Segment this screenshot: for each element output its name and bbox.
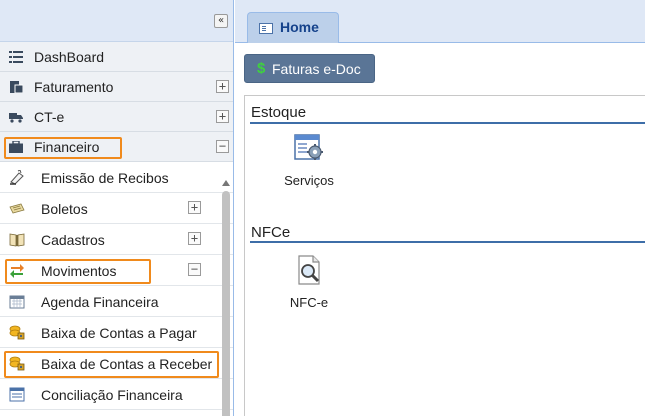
sidebar-item-label: Faturamento xyxy=(34,79,114,95)
list-icon xyxy=(9,51,23,63)
sidebar-item-emissao-recibos[interactable]: Emissão de Recibos xyxy=(0,162,233,193)
sidebar-item-conciliacao-financeira[interactable]: Conciliação Financeira xyxy=(0,379,233,410)
home-tab-icon xyxy=(259,23,273,34)
shortcut-label: Serviços xyxy=(284,173,334,188)
sidebar-menu: « DashBoard Faturamento + CT-e + Finance… xyxy=(0,0,234,416)
sidebar-item-movimentos[interactable]: Movimentos − xyxy=(0,255,233,286)
sidebar-item-label: Baixa de Contas a Receber xyxy=(41,356,213,372)
sidebar-item-label: Boletos xyxy=(41,201,88,217)
collapse-icon[interactable]: − xyxy=(216,140,229,153)
expand-icon[interactable]: + xyxy=(216,80,229,93)
tab-label: Home xyxy=(280,19,319,35)
button-label: Faturas e-Doc xyxy=(272,61,361,77)
sidebar-item-label: Financeiro xyxy=(34,139,100,155)
sidebar-item-dashboard[interactable]: DashBoard xyxy=(0,42,233,72)
expand-icon[interactable]: + xyxy=(188,201,201,214)
transfer-arrows-icon xyxy=(10,264,24,278)
sidebar-item-label: DashBoard xyxy=(34,49,105,65)
sidebar-item-financeiro[interactable]: Financeiro − xyxy=(0,132,233,162)
services-gear-icon xyxy=(294,134,323,160)
dollar-icon: $ xyxy=(257,60,266,77)
section-divider xyxy=(250,122,645,124)
document-icon xyxy=(10,81,23,93)
collapse-icon[interactable]: − xyxy=(188,263,201,276)
section-title-nfce: NFCe xyxy=(251,224,291,241)
tab-home[interactable]: Home xyxy=(247,12,339,43)
scrollbar-thumb[interactable] xyxy=(222,191,230,416)
sidebar-item-label: Conciliação Financeira xyxy=(41,387,183,403)
faturas-edoc-button[interactable]: $ Faturas e-Doc xyxy=(244,54,375,83)
sidebar-item-cadastros[interactable]: Cadastros + xyxy=(0,224,233,255)
receipt-icon xyxy=(10,170,24,185)
sidebar-item-cte[interactable]: CT-e + xyxy=(0,102,233,132)
tab-bar: Home xyxy=(235,0,645,43)
shortcut-nfce[interactable]: NFC-e xyxy=(274,254,344,310)
shortcuts-panel: Estoque Serviços NFCe NFC-e xyxy=(244,95,645,416)
sidebar-item-label: Movimentos xyxy=(41,263,117,279)
shortcut-label: NFC-e xyxy=(289,295,329,310)
coins-lock-icon xyxy=(9,356,25,371)
briefcase-icon xyxy=(9,141,23,153)
window-list-icon xyxy=(9,387,25,402)
book-icon xyxy=(9,233,25,247)
section-divider xyxy=(250,241,645,243)
shortcut-servicos[interactable]: Serviços xyxy=(274,132,344,188)
sidebar-item-faturamento[interactable]: Faturamento + xyxy=(0,72,233,102)
sidebar-item-label: Baixa de Contas a Pagar xyxy=(41,325,197,341)
main-content: Home $ Faturas e-Doc Estoque Serviços NF… xyxy=(235,0,645,416)
sidebar-item-baixa-contas-receber[interactable]: Baixa de Contas a Receber xyxy=(0,348,233,379)
expand-icon[interactable]: + xyxy=(188,232,201,245)
scroll-up-arrow-icon[interactable] xyxy=(222,180,230,186)
truck-icon xyxy=(9,113,23,123)
sidebar-item-agenda-financeira[interactable]: Agenda Financeira xyxy=(0,286,233,317)
sidebar-item-label: Emissão de Recibos xyxy=(41,170,169,186)
sidebar-item-baixa-contas-pagar[interactable]: Baixa de Contas a Pagar xyxy=(0,317,233,348)
calendar-icon xyxy=(9,295,25,309)
document-search-icon xyxy=(298,255,320,285)
sidebar-scrollbar[interactable] xyxy=(219,163,233,416)
sidebar-item-label: Agenda Financeira xyxy=(41,294,159,310)
sidebar-item-label: CT-e xyxy=(34,109,65,125)
coins-lock-icon xyxy=(9,325,25,340)
ticket-icon xyxy=(9,203,25,214)
collapse-sidebar-button[interactable]: « xyxy=(214,14,228,28)
expand-icon[interactable]: + xyxy=(216,110,229,123)
section-title-estoque: Estoque xyxy=(251,104,307,121)
sidebar-item-boletos[interactable]: Boletos + xyxy=(0,193,233,224)
sidebar-item-label: Cadastros xyxy=(41,232,105,248)
sidebar-header: « xyxy=(0,0,233,42)
